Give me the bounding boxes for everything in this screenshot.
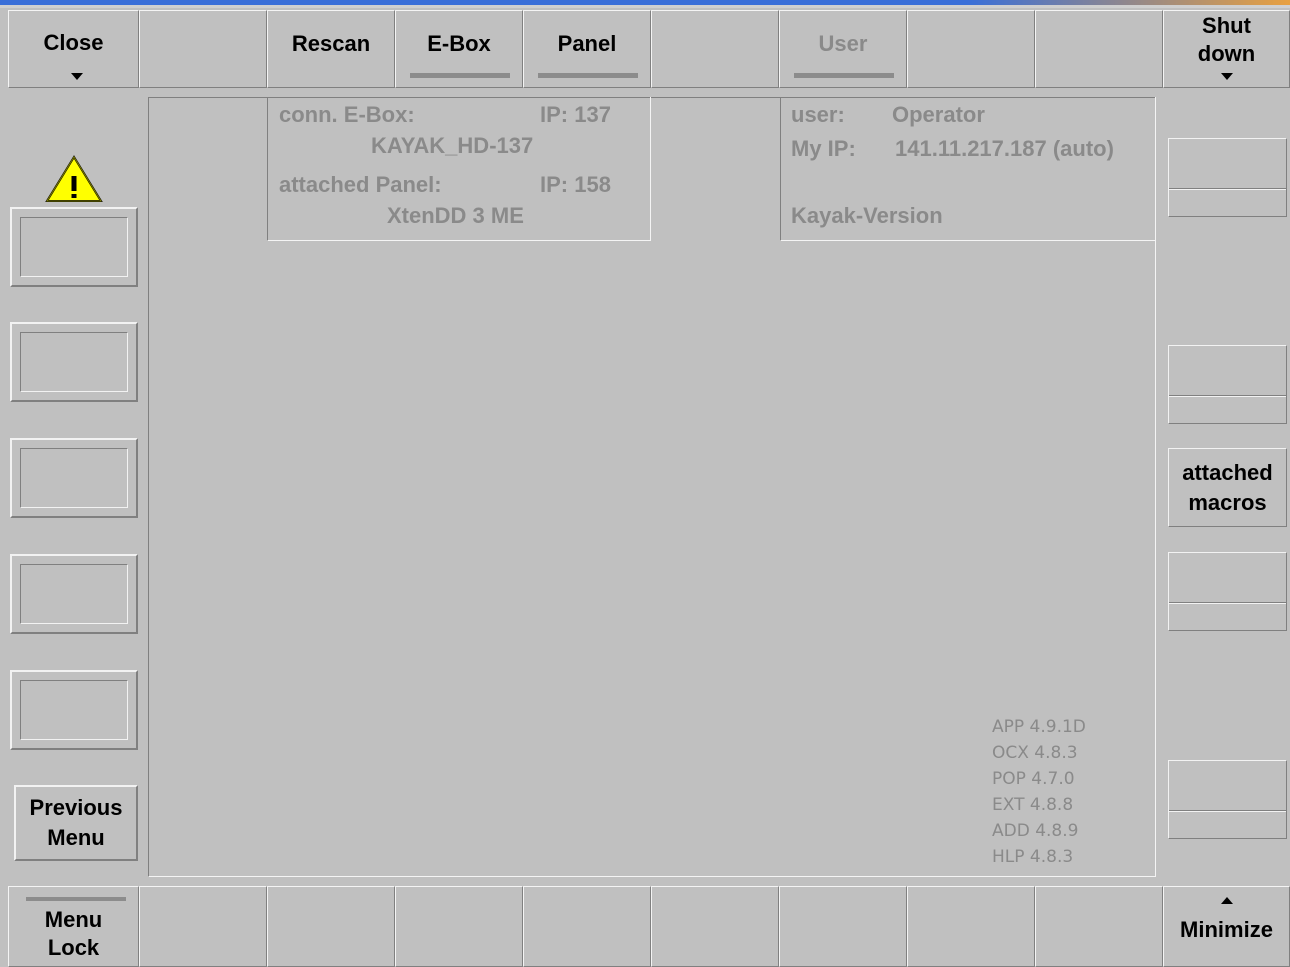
panel-tab[interactable]: Panel bbox=[523, 10, 651, 88]
minimize-button[interactable]: Minimize bbox=[1163, 886, 1290, 967]
myip-label: My IP: bbox=[791, 136, 856, 161]
kayak-version-label: Kayak-Version bbox=[791, 203, 943, 228]
connection-info-box: conn. E-Box: IP: 137 KAYAK_HD-137 attach… bbox=[267, 97, 651, 241]
previous-menu-button[interactable]: Previous Menu bbox=[14, 785, 138, 861]
ebox-tab-indicator bbox=[410, 73, 510, 78]
close-dropdown-icon bbox=[71, 73, 83, 80]
left-softkey-5[interactable] bbox=[10, 670, 138, 750]
version-item: APP 4.9.1D bbox=[992, 717, 1086, 737]
bottom-softkey-9[interactable] bbox=[1035, 886, 1163, 967]
right-softkey-4[interactable] bbox=[1168, 552, 1287, 631]
left-softkey-1[interactable] bbox=[10, 207, 138, 287]
ebox-ip: IP: 137 bbox=[540, 102, 611, 127]
user-tab-indicator bbox=[794, 73, 894, 78]
attached-macros-label-line1: attached bbox=[1182, 459, 1273, 485]
ebox-conn-label: conn. E-Box: bbox=[279, 102, 415, 127]
bottom-softkey-4[interactable] bbox=[395, 886, 523, 967]
shutdown-label-line1: Shut bbox=[1202, 13, 1251, 38]
left-softkey-3[interactable] bbox=[10, 438, 138, 518]
bottom-softkey-5[interactable] bbox=[523, 886, 651, 967]
attached-macros-button[interactable]: attached macros bbox=[1168, 448, 1287, 527]
version-item: ADD 4.8.9 bbox=[992, 821, 1079, 841]
shutdown-label-line2: down bbox=[1197, 41, 1256, 66]
panel-conn-label: attached Panel: bbox=[279, 172, 442, 197]
panel-name: XtenDD 3 ME bbox=[387, 203, 524, 228]
bottom-softkey-3[interactable] bbox=[267, 886, 395, 967]
panel-tab-indicator bbox=[538, 73, 638, 78]
version-list: APP 4.9.1D OCX 4.8.3 POP 4.7.0 EXT 4.8.8… bbox=[992, 714, 1086, 870]
menu-lock-indicator bbox=[26, 897, 126, 901]
shutdown-dropdown-icon bbox=[1221, 73, 1233, 80]
previous-menu-label-line1: Previous bbox=[29, 795, 123, 820]
myip-value: 141.11.217.187 (auto) bbox=[895, 136, 1114, 161]
previous-menu-label-line2: Menu bbox=[47, 825, 105, 850]
minimize-label: Minimize bbox=[1180, 916, 1273, 942]
bottom-softkey-8[interactable] bbox=[907, 886, 1035, 967]
attached-macros-label-line2: macros bbox=[1188, 489, 1267, 515]
menu-lock-label-line2: Lock bbox=[47, 934, 100, 960]
menu-lock-button[interactable]: Menu Lock bbox=[8, 886, 139, 967]
ebox-tab[interactable]: E-Box bbox=[395, 10, 523, 88]
user-key-label: user: bbox=[791, 102, 845, 127]
menu-lock-label-line1: Menu bbox=[44, 906, 103, 932]
ebox-label: E-Box bbox=[427, 31, 491, 56]
right-softkey-2[interactable] bbox=[1168, 345, 1287, 424]
close-button[interactable]: Close bbox=[8, 10, 139, 88]
right-softkey-1[interactable] bbox=[1168, 138, 1287, 217]
bottom-softkey-6[interactable] bbox=[651, 886, 779, 967]
minimize-up-icon bbox=[1221, 897, 1233, 904]
panel-label: Panel bbox=[557, 31, 617, 56]
panel-ip: IP: 158 bbox=[540, 172, 611, 197]
top-softkey-6[interactable] bbox=[651, 10, 779, 88]
bottom-softkey-2[interactable] bbox=[139, 886, 267, 967]
left-softkey-4[interactable] bbox=[10, 554, 138, 634]
version-item: OCX 4.8.3 bbox=[992, 743, 1078, 763]
user-value: Operator bbox=[892, 102, 985, 127]
right-softkey-5[interactable] bbox=[1168, 760, 1287, 839]
rescan-label: Rescan bbox=[291, 31, 371, 56]
left-softkey-2[interactable] bbox=[10, 322, 138, 402]
warning-icon bbox=[45, 155, 103, 202]
version-item: POP 4.7.0 bbox=[992, 769, 1075, 789]
shutdown-button[interactable]: Shut down bbox=[1163, 10, 1290, 88]
top-softkey-9[interactable] bbox=[1035, 10, 1163, 88]
close-label: Close bbox=[43, 30, 104, 55]
user-label: User bbox=[818, 31, 868, 56]
top-softkey-2[interactable] bbox=[139, 10, 267, 88]
title-accent-bar bbox=[0, 0, 1290, 8]
ebox-name: KAYAK_HD-137 bbox=[371, 133, 534, 158]
rescan-button[interactable]: Rescan bbox=[267, 10, 395, 88]
user-info-box: user: Operator My IP: 141.11.217.187 (au… bbox=[780, 97, 1156, 241]
version-item: HLP 4.8.3 bbox=[992, 847, 1074, 867]
bottom-softkey-7[interactable] bbox=[779, 886, 907, 967]
user-tab[interactable]: User bbox=[779, 10, 907, 88]
top-softkey-8[interactable] bbox=[907, 10, 1035, 88]
version-item: EXT 4.8.8 bbox=[992, 795, 1074, 815]
